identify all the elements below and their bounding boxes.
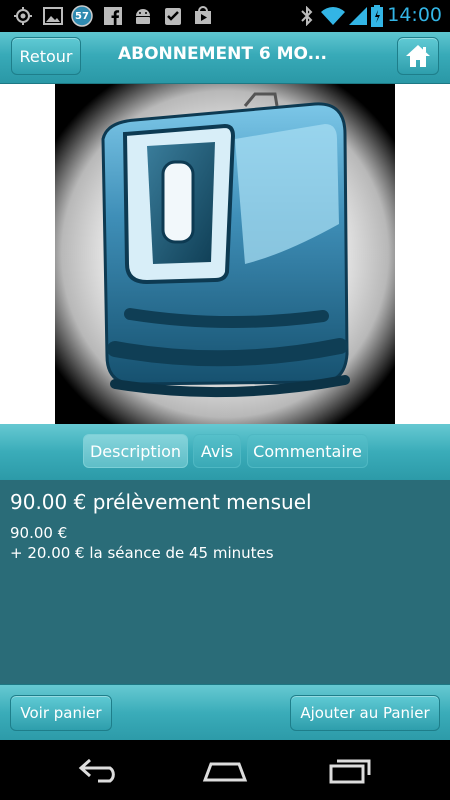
status-bar: 57 14:00 <box>0 0 450 32</box>
home-icon <box>406 45 430 67</box>
add-to-cart-button[interactable]: Ajouter au Panier <box>290 695 440 731</box>
product-image <box>55 84 395 424</box>
description-panel: 90.00 € prélèvement mensuel 90.00 € + 20… <box>0 480 450 684</box>
play-store-icon <box>192 6 214 26</box>
price-title: 90.00 € prélèvement mensuel <box>10 490 312 514</box>
back-nav-icon[interactable] <box>70 750 130 790</box>
back-button[interactable]: Retour <box>11 37 81 75</box>
notification-badge-icon: 57 <box>71 5 93 27</box>
price-line: 90.00 € <box>10 524 68 542</box>
bottom-bar: Voir panier Ajouter au Panier <box>0 684 450 741</box>
page-title: ABONNEMENT 6 MO... <box>117 44 328 64</box>
battery-icon <box>370 5 384 27</box>
gps-icon <box>12 6 34 26</box>
wifi-icon <box>320 6 346 26</box>
facebook-icon <box>102 6 124 26</box>
notification-badge: 57 <box>75 10 89 22</box>
checklist-icon <box>162 6 184 26</box>
image-icon <box>42 6 64 26</box>
android-icon <box>131 6 155 26</box>
tab-commentaire[interactable]: Commentaire <box>247 434 368 468</box>
clock: 14:00 <box>387 4 442 26</box>
home-nav-icon[interactable] <box>195 750 255 790</box>
recent-apps-icon[interactable] <box>320 750 380 790</box>
signal-icon <box>348 6 368 26</box>
bluetooth-icon <box>300 6 314 26</box>
tabs-bar: Description Avis Commentaire <box>0 424 450 480</box>
tab-description[interactable]: Description <box>83 434 188 468</box>
home-button[interactable] <box>397 37 439 75</box>
view-cart-button[interactable]: Voir panier <box>10 695 112 731</box>
product-image-area <box>0 84 450 424</box>
session-price-line: + 20.00 € la séance de 45 minutes <box>10 544 274 562</box>
header-bar: Retour ABONNEMENT 6 MO... <box>0 32 450 84</box>
tab-avis[interactable]: Avis <box>193 434 241 468</box>
navigation-bar <box>0 740 450 800</box>
